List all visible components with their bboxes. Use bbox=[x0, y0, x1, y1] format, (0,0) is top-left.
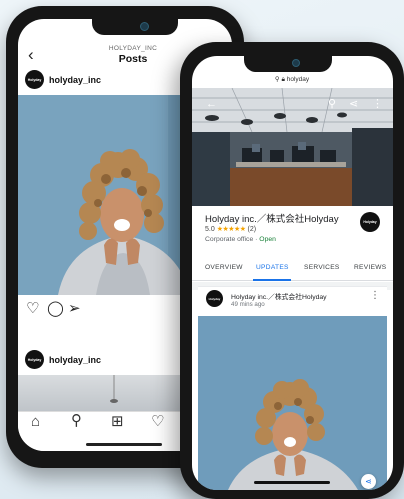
search-icon[interactable]: ⚲ bbox=[71, 411, 82, 429]
tab-overview[interactable]: OVERVIEW bbox=[205, 264, 243, 271]
review-count: (2) bbox=[247, 226, 257, 233]
more-options-icon[interactable]: ⋮ bbox=[370, 290, 380, 301]
home-indicator[interactable] bbox=[254, 481, 330, 484]
open-status: Open bbox=[259, 236, 276, 243]
share-icon[interactable]: ⋖ bbox=[349, 97, 358, 110]
lock-icon: 🔒︎ bbox=[281, 76, 285, 83]
business-category-line: Corporate office · Open bbox=[205, 236, 276, 243]
woman-photo-illustration bbox=[198, 316, 387, 490]
home-icon[interactable]: ⌂ bbox=[31, 413, 40, 430]
phone-notch bbox=[92, 18, 178, 35]
add-icon[interactable]: ⊞ bbox=[111, 412, 124, 430]
share-icon[interactable]: ➢ bbox=[68, 301, 81, 316]
post-author: Holyday inc.／株式会社Holyday bbox=[231, 294, 327, 301]
avatar[interactable]: Holyday bbox=[25, 350, 44, 369]
home-indicator[interactable] bbox=[86, 443, 162, 446]
share-button[interactable]: ⋖ bbox=[361, 474, 376, 489]
business-category: Corporate office bbox=[205, 236, 254, 243]
post-username[interactable]: holyday_inc bbox=[49, 75, 101, 85]
tab-services[interactable]: SERVICES bbox=[304, 264, 340, 271]
business-logo: Holyday bbox=[360, 212, 380, 232]
post-time: 49 mins ago bbox=[231, 301, 265, 308]
business-rating[interactable]: 5.0 ★★★★★ (2) bbox=[205, 225, 256, 233]
comment-icon[interactable]: ◯ bbox=[47, 301, 64, 316]
google-business-screen: ← ⚲ ⋖ ⋮ Holyday inc.／株式会社Holyday 5.0 ★★★… bbox=[192, 56, 393, 490]
avatar[interactable]: Holyday bbox=[25, 70, 44, 89]
back-arrow-icon[interactable]: ‹ bbox=[28, 45, 34, 65]
tab-updates[interactable]: UPDATES bbox=[256, 264, 289, 271]
camera-icon bbox=[140, 22, 149, 31]
share-icon: ⋖ bbox=[365, 477, 372, 486]
separator: · bbox=[255, 236, 258, 243]
office-photo-illustration bbox=[192, 88, 393, 206]
back-arrow-icon[interactable]: ← bbox=[206, 98, 217, 110]
tab-reviews[interactable]: REVIEWS bbox=[354, 264, 387, 271]
post-avatar[interactable]: Holyday bbox=[206, 290, 223, 307]
star-rating-icon: ★★★★★ bbox=[216, 226, 246, 233]
profile-handle: HOLYDAY_INC bbox=[108, 45, 158, 52]
update-post-image[interactable] bbox=[198, 316, 387, 490]
search-icon[interactable]: ⚲ bbox=[328, 97, 336, 110]
business-name: Holyday inc.／株式会社Holyday bbox=[205, 214, 339, 225]
rating-value: 5.0 bbox=[205, 226, 215, 233]
like-icon[interactable]: ♡ bbox=[26, 301, 39, 316]
search-icon: ⚲ bbox=[274, 76, 280, 83]
url-text: holyday bbox=[286, 76, 310, 83]
post-username[interactable]: holyday_inc bbox=[49, 355, 101, 365]
address-bar[interactable]: ⚲ 🔒︎ holyday bbox=[194, 72, 390, 88]
active-tab-indicator bbox=[253, 279, 291, 281]
business-cover-photo[interactable] bbox=[192, 88, 393, 206]
camera-icon bbox=[292, 59, 300, 67]
activity-icon[interactable]: ♡ bbox=[151, 412, 164, 430]
more-options-icon[interactable]: ⋮ bbox=[372, 97, 383, 110]
phone-notch bbox=[244, 56, 332, 72]
